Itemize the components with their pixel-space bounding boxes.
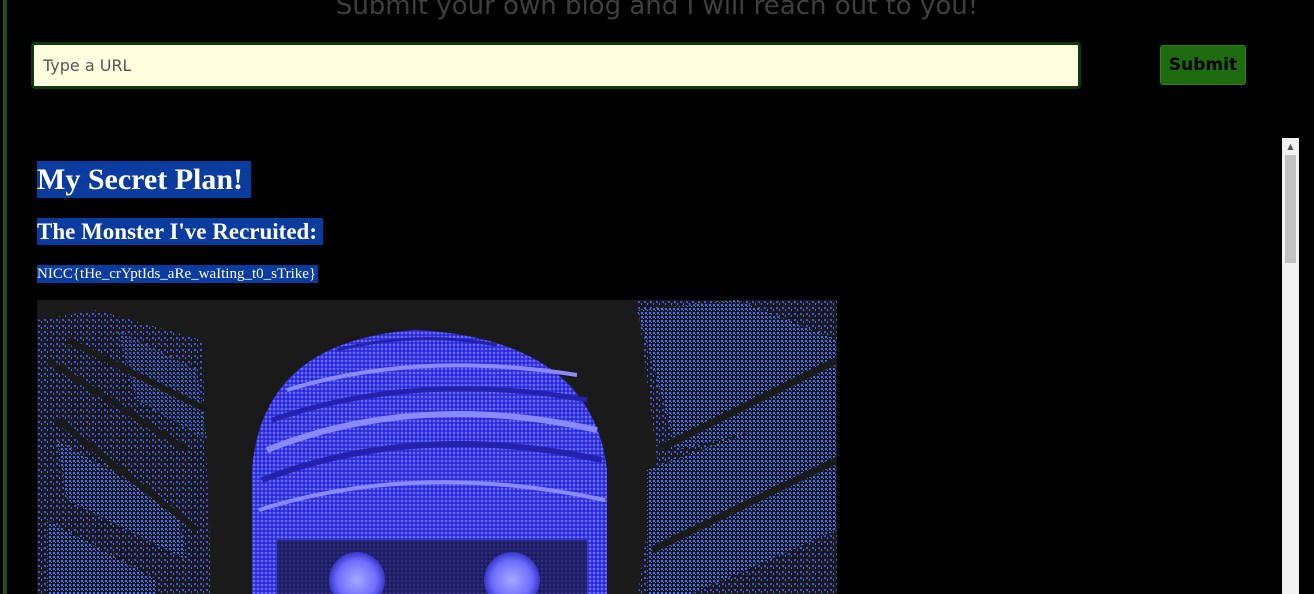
blog-title: My Secret Plan! <box>37 161 252 198</box>
url-input[interactable] <box>31 42 1081 89</box>
monster-image <box>37 300 837 594</box>
page-tagline: Submit your own blog and I will reach ou… <box>335 0 979 21</box>
left-border <box>0 0 7 594</box>
submit-button[interactable]: Submit <box>1160 45 1246 85</box>
blog-subtitle: The Monster I've Recruited: <box>37 218 323 245</box>
scroll-thumb[interactable] <box>1285 155 1296 263</box>
preview-scrollbar[interactable]: ▲ <box>1282 138 1299 594</box>
blog-preview-frame: My Secret Plan! The Monster I've Recruit… <box>7 138 1299 594</box>
flag-text: NICC{tHe_crYptIds_aRe_waIting_t0_sTrike} <box>37 265 319 283</box>
scroll-up-arrow-icon[interactable]: ▲ <box>1282 138 1299 155</box>
